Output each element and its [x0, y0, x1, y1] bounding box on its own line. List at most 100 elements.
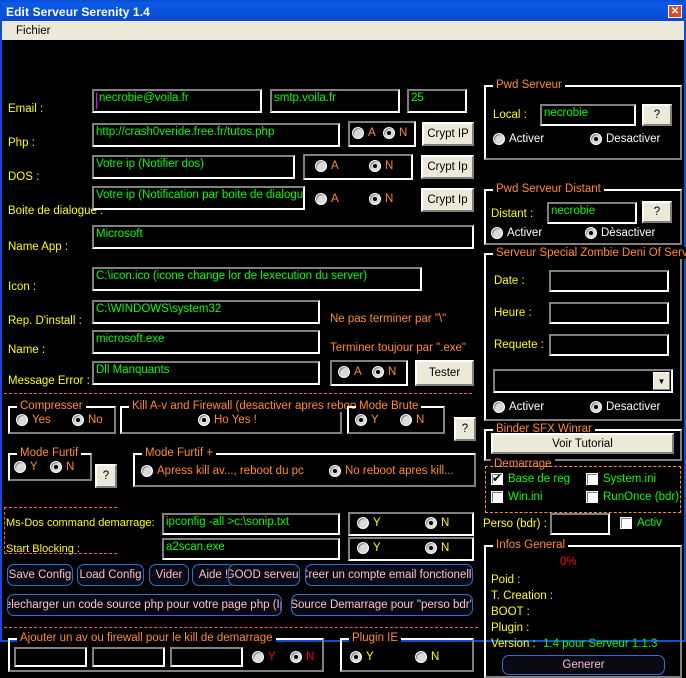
php-radio-a[interactable]: A — [352, 127, 376, 139]
ajouter-av-input-2[interactable] — [92, 647, 165, 667]
label-name: Name : — [8, 344, 45, 356]
demarrage-check-runonce[interactable]: RunOnce (bdr) — [586, 491, 679, 503]
php-radio-n[interactable]: N — [383, 127, 407, 139]
ajouter-av-input-1[interactable] — [14, 647, 87, 667]
mode-furtif-plus-radio-reboot[interactable]: Apress kill av..., reboot du pc — [141, 465, 304, 477]
kill-av-radio-hoyes[interactable]: Ho Yes ! — [198, 414, 257, 426]
icon-input[interactable]: C:\icon.ico (icone change lor de lexecut… — [92, 267, 422, 291]
error-radio-n[interactable]: N — [372, 366, 396, 378]
startblock-radio-n[interactable]: N — [425, 542, 449, 554]
mode-furtif-radio-n[interactable]: N — [50, 461, 74, 473]
load-config-button[interactable]: Load Config — [77, 564, 144, 586]
zombie-radio-activer[interactable]: Activer — [493, 401, 544, 413]
error-radio-a[interactable]: A — [338, 366, 362, 378]
radio-dot-icon — [415, 651, 427, 663]
mode-furtif-help-button[interactable]: ? — [95, 464, 117, 488]
msdos-input[interactable]: ipconfig -all >c:\sonip.txt — [162, 513, 340, 535]
radio-dot-icon — [72, 414, 84, 426]
name-app-input[interactable]: Microsoft — [92, 225, 474, 249]
pwd-serveur-title: Pwd Serveur — [493, 79, 565, 91]
save-config-button[interactable]: Save Config — [7, 564, 73, 586]
msdos-radio-n[interactable]: N — [425, 517, 449, 529]
pwd-distant-input[interactable]: necrobie — [547, 202, 637, 224]
zombie-heure-input[interactable] — [549, 302, 669, 324]
message-error-input[interactable]: Dll Manquants — [92, 361, 320, 385]
boite-input[interactable]: Votre ip (Notification par boite de dial… — [92, 186, 305, 210]
demarrage-check-system-ini[interactable]: System.ini — [586, 473, 656, 485]
dos-input[interactable]: Votre ip (Notifier dos) — [92, 155, 295, 179]
label-boot: BOOT : — [491, 606, 530, 618]
perso-bdr-activ-checkbox[interactable]: Activ — [620, 517, 662, 529]
label-message-error: Message Error : — [8, 375, 90, 387]
vider-button[interactable]: Vider — [149, 564, 189, 586]
plugin-ie-radio-n[interactable]: N — [415, 651, 439, 663]
good-serveur-button[interactable]: GOOD serveur — [228, 564, 300, 586]
radio-dot-icon — [315, 160, 327, 172]
pwd-serveur-radio-desactiver[interactable]: Desactiver — [590, 133, 660, 145]
ajouter-av-radio-n[interactable]: N — [290, 651, 314, 663]
mode-furtif-radio-y[interactable]: Y — [14, 461, 38, 473]
radio-dot-icon — [198, 414, 210, 426]
radio-dot-icon — [14, 461, 26, 473]
ajouter-av-input-3[interactable] — [170, 647, 243, 667]
demarrage-check-win-ini[interactable]: Win.ini — [491, 491, 543, 503]
mode-brute-radio-n[interactable]: N — [400, 414, 424, 426]
mode-brute-radio-y[interactable]: Y — [355, 414, 379, 426]
close-icon[interactable]: ✕ — [668, 5, 682, 18]
mode-brute-help-button[interactable]: ? — [454, 417, 476, 441]
ajouter-av-radio-y[interactable]: Y — [252, 651, 276, 663]
pwd-distant-help-button[interactable]: ? — [642, 201, 672, 223]
crypt-ip-boite-button[interactable]: Crypt Ip — [421, 188, 474, 212]
dos-radio-n[interactable]: N — [369, 160, 393, 172]
msdos-radio-y[interactable]: Y — [357, 517, 381, 529]
pwd-local-input[interactable]: necrobie — [540, 104, 636, 126]
dos-radio-a[interactable]: A — [315, 160, 339, 172]
port-input[interactable]: 25 — [407, 89, 467, 113]
creer-compte-email-button[interactable]: Creer un compte email fonctionelle — [305, 564, 473, 586]
label-boite: Boite de dialogue : — [8, 205, 103, 217]
start-blocking-input[interactable]: a2scan.exe — [162, 538, 340, 560]
label-pwd-distant: Distant : — [491, 208, 533, 220]
telecharger-source-php-button[interactable]: Telecharger un code source php pour votr… — [7, 594, 282, 616]
php-input[interactable]: http://crash0veride.free.fr/tutos.php — [92, 123, 340, 147]
radio-dot-icon — [357, 542, 369, 554]
plugin-ie-title: Plugin IE — [349, 632, 401, 644]
source-demarrage-button[interactable]: Source Demarrage pour "perso bdr" — [291, 594, 473, 616]
name-input[interactable]: microsoft.exe — [92, 330, 320, 354]
demarrage-check-base-de-reg[interactable]: Base de reg — [491, 473, 570, 485]
pwd-local-help-button[interactable]: ? — [642, 104, 672, 126]
pwd-distant-radio-activer[interactable]: Activer — [491, 227, 542, 239]
zombie-radio-desactiver[interactable]: Desactiver — [590, 401, 660, 413]
compresser-radio-yes[interactable]: Yes — [16, 414, 51, 426]
hint-end-exe: Terminer toujour par ".exe" — [330, 342, 466, 354]
generer-button[interactable]: Generer — [502, 655, 665, 675]
radio-dot-icon — [16, 414, 28, 426]
zombie-requete-input[interactable] — [549, 334, 669, 356]
pwd-distant-radio-desactiver[interactable]: Dèsactiver — [585, 227, 655, 239]
pwd-serveur-radio-activer[interactable]: Activer — [493, 133, 544, 145]
perso-bdr-input[interactable] — [550, 513, 610, 535]
voir-tutorial-button[interactable]: Voir Tutorial — [491, 433, 674, 454]
radio-dot-icon — [290, 651, 302, 663]
text-caret — [96, 93, 97, 109]
crypt-ip-php-button[interactable]: Crypt IP — [422, 122, 474, 146]
radio-dot-icon — [590, 133, 602, 145]
chevron-down-icon[interactable]: ▼ — [653, 372, 670, 390]
tester-button[interactable]: Tester — [415, 360, 474, 386]
radio-dot-icon — [252, 651, 264, 663]
rep-install-input[interactable]: C:\WINDOWS\system32 — [92, 300, 320, 324]
label-perso-bdr: Perso (bdr) : — [483, 518, 547, 530]
mode-furtif-plus-radio-noreboot[interactable]: No reboot apres kill... — [329, 465, 454, 477]
plugin-ie-radio-y[interactable]: Y — [350, 651, 374, 663]
boite-radio-n[interactable]: N — [369, 193, 393, 205]
kill-av-title: Kill A-v and Firewall (desactiver apres … — [129, 400, 366, 412]
crypt-ip-dos-button[interactable]: Crypt Ip — [421, 155, 474, 179]
compresser-radio-no[interactable]: No — [72, 414, 103, 426]
startblock-radio-y[interactable]: Y — [357, 542, 381, 554]
boite-radio-a[interactable]: A — [315, 193, 339, 205]
menu-item-fichier[interactable]: Fichier — [10, 24, 57, 38]
email-input[interactable]: necrobie@voila.fr — [92, 89, 262, 113]
smtp-input[interactable]: smtp.voila.fr — [270, 89, 400, 113]
zombie-date-input[interactable] — [549, 270, 669, 292]
zombie-combo[interactable]: ▼ — [493, 369, 673, 393]
